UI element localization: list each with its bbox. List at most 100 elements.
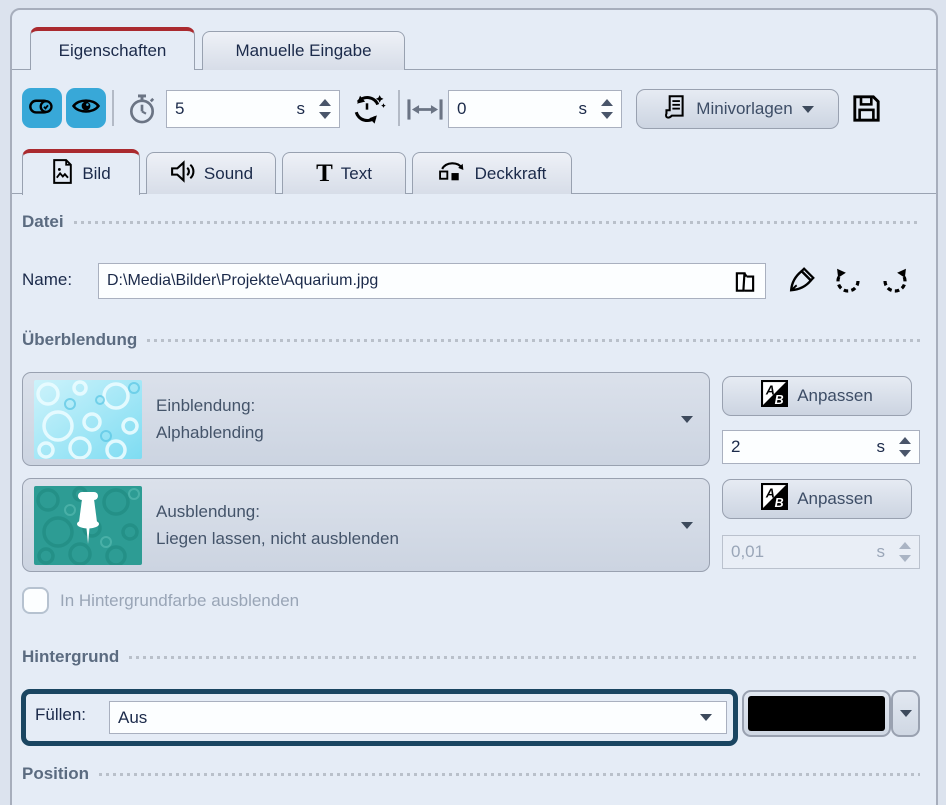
rotate-cw-icon	[879, 265, 911, 297]
brush-icon	[785, 265, 817, 297]
fade-in-adjust-button[interactable]: A B Anpassen	[722, 376, 912, 416]
duration-spinner[interactable]: 5 s	[166, 90, 340, 128]
ab-contrast-icon: A B	[761, 380, 788, 412]
name-label: Name:	[22, 270, 72, 290]
pause-spinner[interactable]: 0 s	[448, 90, 622, 128]
svg-text:A: A	[765, 384, 775, 398]
rotate-ccw-icon	[832, 265, 864, 297]
tab-eigenschaften-label: Eigenschaften	[59, 41, 167, 61]
open-folder-icon	[732, 269, 758, 295]
rotate-right-button[interactable]	[879, 265, 911, 297]
subtab-sound[interactable]: Sound	[146, 152, 276, 194]
minivorlagen-button[interactable]: Minivorlagen	[636, 89, 839, 129]
bg-fade-checkbox-label: In Hintergrundfarbe ausblenden	[60, 591, 299, 611]
brush-button[interactable]	[785, 265, 817, 297]
fill-color-dropdown-button[interactable]	[891, 690, 920, 737]
svg-text:B: B	[775, 393, 784, 407]
fade-in-adjust-label: Anpassen	[797, 386, 873, 406]
section-datei-title: Datei	[22, 212, 64, 232]
pause-value[interactable]: 0	[449, 99, 579, 119]
dotted-divider	[99, 773, 920, 776]
dotted-divider	[147, 339, 920, 342]
pause-length-icon	[406, 97, 444, 122]
tab-eigenschaften[interactable]: Eigenschaften	[30, 27, 195, 70]
ab-contrast-icon: A B	[761, 483, 788, 515]
subtab-sound-label: Sound	[204, 164, 253, 184]
scroll-template-icon	[661, 93, 687, 126]
picture-icon	[51, 158, 74, 190]
chevron-down-icon	[802, 106, 814, 113]
fade-in-dropdown[interactable]: Einblendung: Alphablending	[22, 372, 710, 466]
rotate-left-button[interactable]	[832, 265, 864, 297]
pause-down-button[interactable]	[601, 112, 613, 119]
fade-in-duration-up-button[interactable]	[899, 437, 911, 444]
save-button[interactable]	[850, 92, 883, 125]
subtab-text[interactable]: T Text	[282, 152, 406, 194]
toolbar-separator	[398, 90, 400, 126]
svg-text:A: A	[765, 487, 775, 501]
duration-down-button[interactable]	[319, 112, 331, 119]
section-ueberblendung: Überblendung	[22, 330, 920, 350]
tab-manuelle-eingabe-label: Manuelle Eingabe	[235, 41, 371, 61]
bg-fade-checkbox	[22, 587, 49, 614]
subtab-text-label: Text	[341, 164, 372, 184]
subtab-bild[interactable]: Bild	[22, 149, 140, 195]
fade-in-duration-down-button[interactable]	[899, 450, 911, 457]
subtab-deckkraft-label: Deckkraft	[475, 164, 547, 184]
minivorlagen-label: Minivorlagen	[696, 99, 792, 119]
pause-up-button[interactable]	[601, 99, 613, 106]
speaker-icon	[169, 159, 196, 189]
fade-in-duration-unit: s	[877, 437, 886, 457]
fill-value: Aus	[118, 708, 147, 728]
fill-label: Füllen:	[35, 705, 86, 725]
section-datei: Datei	[22, 212, 920, 232]
fade-out-adjust-label: Anpassen	[797, 489, 873, 509]
fade-in-duration-value[interactable]: 2	[723, 437, 877, 457]
chevron-down-icon	[900, 710, 912, 717]
duration-up-button[interactable]	[319, 99, 331, 106]
toggle-check-icon	[28, 92, 56, 125]
pause-unit: s	[579, 99, 588, 119]
section-position: Position	[22, 764, 920, 784]
activate-toggle-button[interactable]	[22, 88, 62, 128]
fill-dropdown[interactable]: Aus	[109, 701, 727, 734]
subtab-bild-label: Bild	[82, 164, 110, 184]
dotted-divider	[74, 221, 920, 224]
dotted-divider	[129, 656, 920, 659]
fade-out-duration-value: 0,01	[723, 542, 877, 562]
fade-out-label: Ausblendung:	[156, 498, 399, 525]
fill-color-value	[748, 696, 885, 731]
fade-in-value: Alphablending	[156, 419, 264, 446]
fade-out-duration-down-button	[899, 555, 911, 562]
fade-out-thumbnail	[34, 486, 142, 565]
fade-out-adjust-button[interactable]: A B Anpassen	[722, 479, 912, 519]
visibility-button[interactable]	[66, 88, 106, 128]
fade-in-thumbnail	[34, 380, 142, 459]
stopwatch-icon	[126, 93, 158, 125]
fade-in-label: Einblendung:	[156, 392, 264, 419]
fill-focus-group: Füllen: Aus	[21, 689, 738, 746]
svg-text:B: B	[775, 496, 784, 510]
opacity-rotation-icon	[438, 159, 467, 189]
chevron-down-icon	[681, 522, 693, 529]
fade-out-value: Liegen lassen, nicht ausblenden	[156, 525, 399, 552]
random-duration-button[interactable]	[348, 90, 386, 128]
fill-color-swatch[interactable]	[742, 690, 891, 737]
section-hintergrund: Hintergrund	[22, 647, 920, 667]
duration-unit: s	[297, 99, 306, 119]
chevron-down-icon	[700, 714, 712, 721]
fade-out-dropdown[interactable]: Ausblendung: Liegen lassen, nicht ausble…	[22, 478, 710, 572]
eye-icon	[71, 91, 101, 126]
tab-manuelle-eingabe[interactable]: Manuelle Eingabe	[202, 31, 405, 70]
duration-value[interactable]: 5	[167, 99, 297, 119]
section-hintergrund-title: Hintergrund	[22, 647, 119, 667]
file-name-input[interactable]: D:\Media\Bilder\Projekte\Aquarium.jpg	[98, 263, 766, 299]
section-position-title: Position	[22, 764, 89, 784]
open-folder-button[interactable]	[731, 268, 759, 296]
subtab-deckkraft[interactable]: Deckkraft	[412, 152, 572, 194]
file-name-value: D:\Media\Bilder\Projekte\Aquarium.jpg	[107, 272, 765, 290]
fade-out-duration-spinner: 0,01 s	[722, 535, 920, 569]
fade-in-duration-spinner[interactable]: 2 s	[722, 430, 920, 464]
fade-out-duration-unit: s	[877, 542, 886, 562]
fade-out-duration-up-button	[899, 542, 911, 549]
